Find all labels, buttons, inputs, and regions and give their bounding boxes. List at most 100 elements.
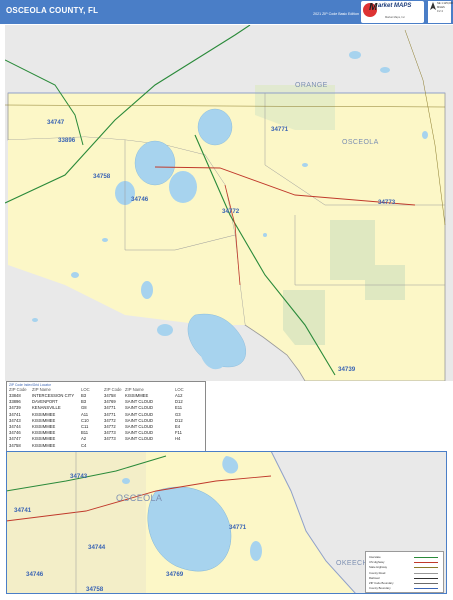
zip-label-34747: 34747: [47, 119, 65, 126]
zip-table-cell-left: B3: [81, 399, 87, 405]
zip-table-cell-left: C10: [81, 417, 89, 423]
zip-label-34772: 34772: [222, 208, 240, 215]
zip-table-cell-left: C4: [81, 442, 87, 448]
zip-table-cell-right: 34771: [104, 405, 116, 411]
legend-item-label: Railroad: [369, 575, 380, 580]
zip-table-cell-right: G3: [175, 411, 181, 417]
legend-item-label: Interstate: [369, 555, 381, 559]
zip-table-cell-right: SAINT CLOUD: [125, 399, 154, 405]
zip-table-cell-right: KISSIMMEE: [125, 393, 149, 398]
lake-5: [141, 281, 153, 299]
zip-table-cell-right: 34772: [104, 417, 116, 423]
zip-table-cell-right: D12: [175, 399, 183, 405]
lake-10: [102, 238, 108, 242]
col-header-zip: ZIP Code: [9, 387, 27, 392]
preserve-area-mid: [283, 290, 325, 345]
zip-table-cell-right: 34773: [104, 430, 116, 436]
edition-label: 2021 ZIP Code Basic Edition: [313, 12, 359, 16]
zip-table-cell-left: 33848: [9, 393, 21, 398]
zip-table-cell-left: B3: [81, 393, 87, 398]
zip-table-cell-right: 34758: [104, 393, 116, 398]
zip-table-cell-right: SAINT CLOUD: [125, 430, 154, 436]
zip-table-cell-right: F11: [175, 430, 182, 436]
publisher-logo: M arket MAPS Market Maps, Inc: [361, 1, 424, 23]
lake-4: [169, 171, 197, 203]
map-page: { "header": { "title": "OSCEOLA COUNTY, …: [0, 0, 453, 600]
col-header-name: ZIP Name: [32, 387, 51, 392]
zip-table-cell-left: KISSIMMEE: [32, 430, 56, 436]
zip-table-cell-right: E4: [175, 424, 181, 429]
legend-item-label: US Highway: [369, 560, 385, 565]
legend-line-swatch: [414, 562, 438, 564]
scale-compass: NE 1:125,000 MILES 0 2 4: [428, 1, 453, 23]
legend-item-label: ZIP Code Boundary: [369, 581, 394, 585]
legend-line-swatch: [414, 567, 438, 569]
zip-table-cell-right: E11: [175, 405, 183, 411]
zip-table-cell-right: SAINT CLOUD: [125, 417, 154, 423]
zip-label-34771: 34771: [271, 126, 289, 133]
header-bar: OSCEOLA COUNTY, FL 2021 ZIP Code Basic E…: [0, 0, 453, 24]
lake-13: [263, 233, 267, 237]
lake-2: [134, 140, 176, 186]
zip-table-cell-right: A12: [175, 393, 183, 398]
zip-table-cell-left: KENANSVILLE: [32, 405, 61, 411]
zip-table-cell-right: SAINT CLOUD: [125, 411, 154, 417]
zip-table-cell-right: 34771: [104, 411, 116, 417]
map-legend: Interstate US Highway State Highway County …: [365, 551, 444, 593]
legend-line-swatch: [414, 577, 438, 579]
zip-table-cell-left: KISSIMMEE: [32, 424, 56, 429]
lake-9: [71, 272, 79, 278]
zip-table-cell-left: C11: [81, 424, 89, 429]
zip-table-cell-right: 34773: [104, 436, 116, 442]
legend-line-swatch: [414, 588, 438, 590]
lake-1: [197, 108, 233, 146]
zip-table-cell-right: 34769: [104, 399, 116, 405]
zip-table-cell-left: A2: [81, 436, 87, 442]
lake-12: [422, 131, 428, 139]
zip-table-cell-left: 34744: [9, 424, 21, 429]
zip-table-cell-left: 34739: [9, 405, 21, 411]
logo-tagline: Market Maps, Inc: [385, 16, 405, 19]
zip-table-cell-right: SAINT CLOUD: [125, 424, 154, 429]
legend-item-label: County Road: [369, 570, 386, 575]
zip-table-cell-left: KISSIMMEE: [32, 442, 56, 448]
zip-table-cell-left: 34743: [9, 417, 21, 423]
zip-table-cell-left: 34741: [9, 411, 21, 417]
zip-table-cell-left: KISSIMMEE: [32, 417, 56, 423]
zip-table-cell-left: A11: [81, 411, 89, 417]
zip-table-cell-left: 33896: [9, 399, 21, 405]
zip-table-cell-left: 34758: [9, 442, 21, 448]
zip-index-table: ZIP Code Index/Grid Locator ZIP Code ZIP…: [6, 381, 206, 452]
county-label-orange: ORANGE: [295, 82, 328, 89]
lake-6: [157, 324, 173, 336]
col-header-zip-2: ZIP Code: [104, 387, 122, 392]
main-map[interactable]: ORANGE OSCEOLA 34747 33896 34771 34758 3…: [5, 25, 453, 381]
zip-table-cell-left: 34747: [9, 436, 21, 442]
north-arrow-icon: [430, 2, 436, 10]
zip-label-33896: 33896: [58, 137, 76, 144]
col-header-loc-2: LOC: [175, 387, 184, 392]
col-header-loc: LOC: [81, 387, 90, 392]
logo-text: arket MAPS: [378, 3, 412, 9]
zip-label-34746: 34746: [131, 196, 149, 203]
scale-line-3: 0 2 4: [437, 10, 443, 13]
scale-line-2: MILES: [437, 6, 445, 9]
zip-table-cell-right: SAINT CLOUD: [125, 436, 154, 442]
scale-line-1: NE 1:125,000: [437, 2, 453, 5]
zip-table-cell-right: D12: [175, 417, 183, 423]
legend-line-swatch: [414, 572, 438, 574]
zip-table-cell-right: 34772: [104, 424, 116, 429]
legend-item-label: County Boundary: [369, 586, 391, 591]
legend-line-swatch: [414, 583, 438, 584]
zip-table-cell-left: KISSIMMEE: [32, 411, 56, 417]
zip-table-cell-left: 34746: [9, 430, 21, 436]
legend-item-label: State Highway: [369, 565, 388, 570]
zip-label-34773: 34773: [378, 199, 396, 206]
logo-letter: M: [369, 2, 378, 13]
zip-table-cell-left: DAVENPORT: [32, 399, 58, 405]
zip-label-34739: 34739: [338, 366, 356, 373]
map-title: OSCEOLA COUNTY, FL: [6, 6, 99, 15]
lake-8: [380, 67, 390, 73]
legend-line-swatch: [414, 557, 438, 558]
zip-table-cell-left: G8: [81, 405, 87, 411]
